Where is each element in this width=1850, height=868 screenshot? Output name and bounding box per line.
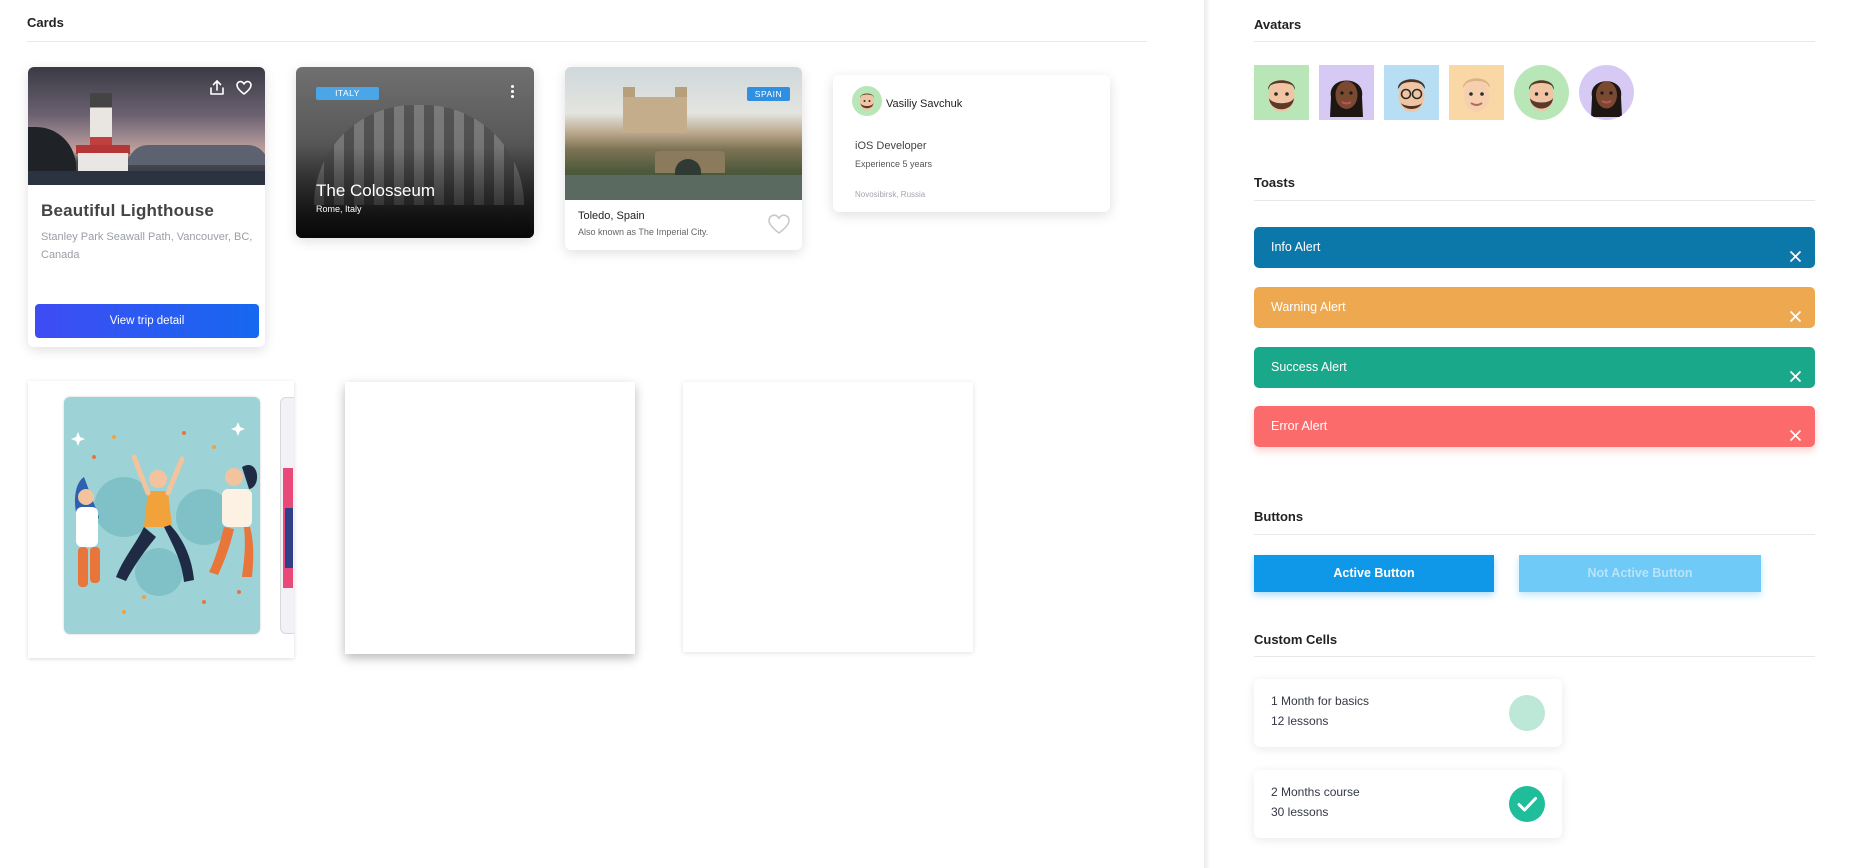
profile-card[interactable]: Vasiliy Savchuk iOS Developer Experience… — [833, 75, 1110, 212]
info-alert-toast[interactable]: Info Alert — [1254, 227, 1815, 268]
success-alert-toast[interactable]: Success Alert — [1254, 347, 1815, 388]
share-icon[interactable] — [207, 78, 227, 98]
illustration-card[interactable] — [64, 397, 260, 634]
toasts-section-title: Toasts — [1254, 175, 1295, 190]
unchecked-circle-icon[interactable] — [1509, 695, 1545, 731]
avatar — [1319, 65, 1374, 120]
empty-card-flat[interactable] — [683, 382, 973, 652]
heart-icon[interactable] — [234, 78, 254, 98]
profile-role: iOS Developer — [855, 140, 927, 152]
profile-experience: Experience 5 years — [855, 159, 933, 169]
active-button[interactable]: Active Button — [1254, 555, 1494, 592]
avatar — [852, 86, 882, 116]
toast-label: Error Alert — [1271, 419, 1328, 433]
checkmark-circle-icon[interactable] — [1509, 786, 1545, 822]
course-cell[interactable]: 2 Months course 30 lessons — [1254, 770, 1562, 838]
toast-label: Info Alert — [1271, 240, 1321, 254]
country-badge: ITALY — [316, 87, 379, 100]
custom-cells-divider — [1254, 656, 1815, 657]
lighthouse-card[interactable]: Beautiful Lighthouse Stanley Park Seawal… — [28, 67, 265, 347]
illustration-card-next[interactable] — [280, 397, 294, 634]
colosseum-title: The Colosseum — [316, 181, 436, 200]
cell-title: 1 Month for basics — [1271, 694, 1370, 708]
avatar — [1449, 65, 1504, 120]
toast-label: Warning Alert — [1271, 300, 1346, 314]
not-active-button: Not Active Button — [1519, 555, 1761, 592]
profile-location: Novosibirsk, Russia — [855, 190, 926, 199]
avatar — [1254, 65, 1309, 120]
avatars-divider — [1254, 41, 1815, 42]
profile-name: Vasiliy Savchuk — [886, 98, 963, 110]
avatar — [1384, 65, 1439, 120]
cell-subtitle: 12 lessons — [1271, 714, 1329, 728]
close-icon[interactable] — [1788, 300, 1803, 323]
lighthouse-subtitle: Stanley Park Seawall Path, Vancouver, BC… — [41, 231, 253, 261]
avatar — [1514, 65, 1569, 120]
toledo-subtitle: Also known as The Imperial City. — [578, 227, 709, 237]
toledo-card[interactable]: SPAIN Toledo, Spain Also known as The Im… — [565, 67, 802, 250]
illustration-carousel[interactable] — [28, 381, 294, 658]
course-cell[interactable]: 1 Month for basics 12 lessons — [1254, 679, 1562, 747]
cell-subtitle: 30 lessons — [1271, 805, 1329, 819]
more-vertical-icon[interactable] — [509, 85, 515, 101]
error-alert-toast[interactable]: Error Alert — [1254, 406, 1815, 447]
colosseum-subtitle: Rome, Italy — [316, 204, 362, 214]
warning-alert-toast[interactable]: Warning Alert — [1254, 287, 1815, 328]
lighthouse-title: Beautiful Lighthouse — [41, 201, 215, 220]
cards-divider — [27, 41, 1147, 42]
buttons-section-title: Buttons — [1254, 509, 1304, 524]
panel-divider — [1204, 0, 1210, 868]
buttons-divider — [1254, 534, 1815, 535]
toledo-title: Toledo, Spain — [578, 210, 645, 222]
toast-label: Success Alert — [1271, 360, 1347, 374]
close-icon[interactable] — [1788, 419, 1803, 442]
close-icon[interactable] — [1788, 240, 1803, 263]
avatar — [1579, 65, 1634, 120]
close-icon[interactable] — [1788, 360, 1803, 383]
toasts-divider — [1254, 200, 1815, 201]
colosseum-card[interactable]: ITALY The Colosseum Rome, Italy — [296, 67, 534, 238]
custom-cells-section-title: Custom Cells — [1254, 632, 1338, 647]
cards-section-title: Cards — [27, 15, 64, 30]
view-trip-detail-button[interactable]: View trip detail — [35, 304, 259, 338]
heart-outline-icon[interactable] — [767, 213, 791, 235]
cell-title: 2 Months course — [1271, 785, 1360, 799]
avatars-section-title: Avatars — [1254, 17, 1302, 32]
empty-card-elevated[interactable] — [345, 382, 635, 654]
lighthouse-image — [28, 67, 265, 185]
country-badge: SPAIN — [747, 87, 790, 101]
